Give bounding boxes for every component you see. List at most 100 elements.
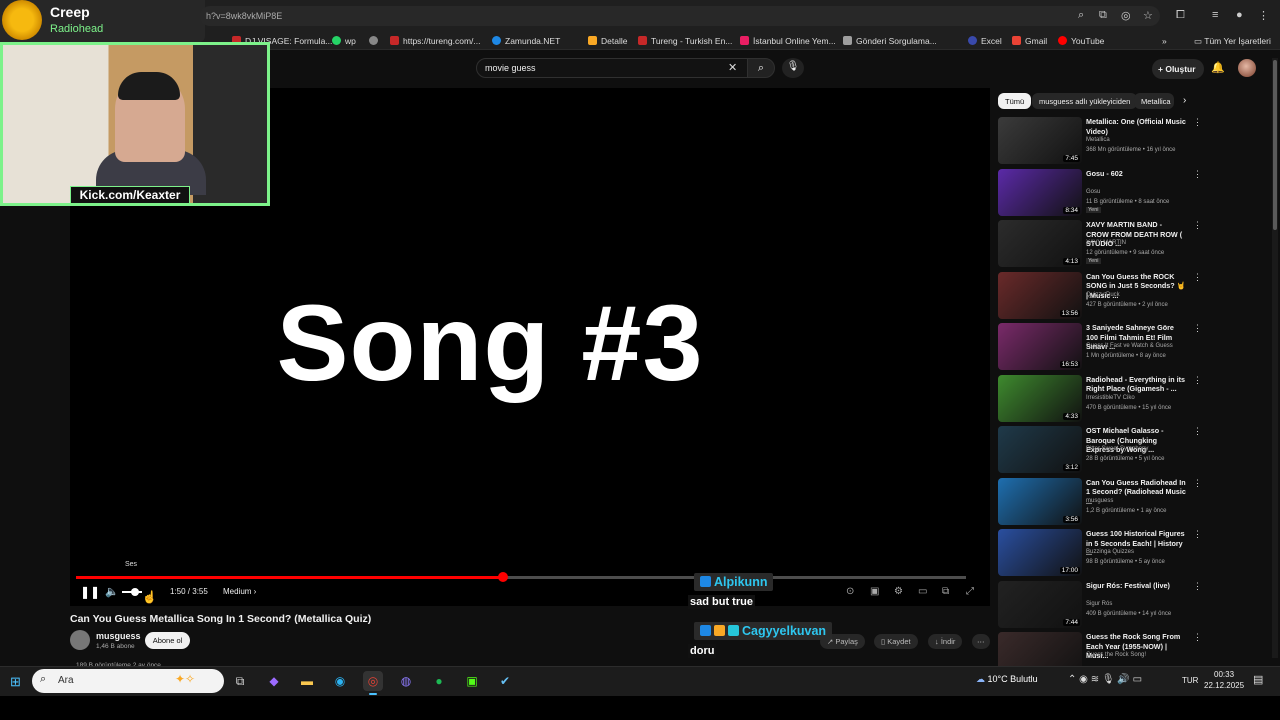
more-options-icon[interactable]: ⋮ bbox=[1193, 169, 1202, 180]
more-options-icon[interactable]: ⋮ bbox=[1193, 426, 1202, 437]
video-thumbnail[interactable]: 7:44 bbox=[998, 580, 1082, 628]
progress-scrubber[interactable] bbox=[498, 572, 508, 582]
more-options-icon[interactable]: ⋮ bbox=[1193, 272, 1202, 283]
tray-app-icon[interactable]: ◉ bbox=[1079, 674, 1091, 685]
input-language[interactable]: TUR bbox=[1182, 676, 1198, 685]
extensions-icon[interactable]: ⧠ bbox=[1176, 9, 1185, 22]
spotify-icon[interactable]: ● bbox=[429, 671, 449, 691]
miniplayer-icon[interactable]: ▭ bbox=[918, 586, 927, 597]
recommendation-channel[interactable]: Gosu bbox=[1086, 189, 1100, 195]
quality-button[interactable]: Medium › bbox=[223, 587, 256, 596]
recommendation-channel[interactable]: musguess bbox=[1086, 498, 1113, 504]
recommendation-item[interactable]: 4:33 Radiohead - Everything in its Right … bbox=[998, 374, 1210, 423]
all-bookmarks[interactable]: ▭ Tüm Yer İşaretleri bbox=[1194, 36, 1271, 47]
copilot-icon[interactable]: ◆ bbox=[264, 671, 284, 691]
subtitles-icon[interactable]: ▣ bbox=[870, 586, 879, 597]
volume-icon[interactable]: 🔈 bbox=[105, 585, 119, 598]
video-thumbnail[interactable] bbox=[998, 632, 1082, 666]
recommendation-item[interactable]: 17:00 Guess 100 Historical Figures in 5 S… bbox=[998, 529, 1210, 577]
channel-name[interactable]: musguess bbox=[96, 631, 141, 641]
more-options-icon[interactable]: ⋮ bbox=[1193, 323, 1202, 334]
chrome-icon[interactable]: ◎ bbox=[363, 671, 383, 695]
pause-icon[interactable]: ❚❚ bbox=[80, 585, 100, 599]
bookmark[interactable]: Excel bbox=[968, 36, 1002, 46]
recommendation-title[interactable]: Gosu - 602 bbox=[1086, 169, 1186, 179]
bookmark[interactable]: wp bbox=[332, 36, 356, 46]
chip-all[interactable]: Tümü bbox=[998, 93, 1032, 109]
recommendation-channel[interactable]: Guess the Rock Song! bbox=[1086, 652, 1146, 658]
recommendation-channel[interactable]: Bitter Sweet Symphony bbox=[1086, 446, 1148, 452]
bookmark[interactable]: Zamunda.NET bbox=[492, 36, 560, 46]
recommendation-item[interactable]: 16:53 3 Saniyede Sahneye Göre 100 Filmi T… bbox=[998, 323, 1210, 371]
more-options-icon[interactable]: ⋮ bbox=[1193, 529, 1202, 540]
video-thumbnail[interactable]: 3:56 bbox=[998, 477, 1082, 525]
kick-icon[interactable]: ▣ bbox=[462, 671, 482, 691]
address-bar[interactable]: h?v=8wk8vkMiP8E bbox=[200, 6, 1160, 26]
chevron-up-icon[interactable]: ⌃ bbox=[1068, 674, 1079, 685]
more-options-icon[interactable]: ⋮ bbox=[1193, 220, 1202, 231]
search-button[interactable]: ⌕ bbox=[747, 58, 775, 78]
chevron-right-icon[interactable]: › bbox=[1183, 95, 1186, 106]
video-thumbnail[interactable]: 13:56 bbox=[998, 271, 1082, 319]
recommendation-channel[interactable]: Guess It Fast ve Watch & Guess bbox=[1086, 343, 1173, 349]
download-button[interactable]: ↓ İndir bbox=[928, 634, 963, 649]
steam-icon[interactable]: ✔ bbox=[495, 671, 515, 691]
account-avatar[interactable] bbox=[1238, 59, 1256, 77]
recommendation-item[interactable]: 7:45 Metallica: One (Official Music Video… bbox=[998, 117, 1210, 165]
wifi-icon[interactable]: ≋ bbox=[1091, 674, 1102, 685]
chip-uploader[interactable]: musguess adlı yükleyiciden bbox=[1032, 93, 1138, 109]
chip-metallica[interactable]: Metallica bbox=[1134, 93, 1174, 109]
subscribe-button[interactable]: Abone ol bbox=[145, 632, 190, 649]
more-options-icon[interactable]: ⋮ bbox=[1193, 581, 1202, 592]
cast-icon[interactable]: ⧉ bbox=[942, 586, 949, 597]
clear-search-icon[interactable]: ✕ bbox=[728, 61, 737, 74]
volume-icon[interactable]: 🔊 bbox=[1117, 674, 1132, 685]
bookmark[interactable] bbox=[369, 36, 382, 46]
bookmark[interactable]: Gönderi Sorgulama... bbox=[843, 36, 937, 46]
star-icon[interactable]: ☆ bbox=[1143, 9, 1153, 22]
volume-slider-knob[interactable] bbox=[131, 588, 139, 596]
video-thumbnail[interactable]: 4:33 bbox=[998, 374, 1082, 422]
recommendation-item[interactable]: 13:56 Can You Guess the ROCK SONG in Just… bbox=[998, 271, 1210, 320]
video-thumbnail[interactable]: 8:34 bbox=[998, 168, 1082, 216]
video-thumbnail[interactable]: 7:45 bbox=[998, 117, 1082, 164]
recommendation-channel[interactable]: Metallica bbox=[1086, 137, 1110, 143]
recommendation-channel[interactable]: XAVY MARTIN bbox=[1086, 240, 1126, 246]
recommendation-item[interactable]: 4:13 XAVY MARTIN BAND - CROW FROM DEATH R… bbox=[998, 220, 1210, 268]
discord-icon[interactable]: ◍ bbox=[396, 671, 416, 691]
battery-icon[interactable]: ▭ bbox=[1133, 674, 1142, 685]
bookmark[interactable]: YouTube bbox=[1058, 36, 1104, 46]
mic-icon[interactable]: 🎙 bbox=[1102, 674, 1117, 685]
recommendation-channel[interactable]: Sigur Rós bbox=[1086, 601, 1112, 607]
more-options-icon[interactable]: ⋮ bbox=[1193, 375, 1202, 386]
windows-start-icon[interactable]: ⊞ bbox=[10, 674, 21, 690]
channel-avatar[interactable] bbox=[70, 630, 90, 650]
system-tray[interactable]: ⌃ ◉ ≋ 🎙 🔊 ▭ bbox=[1068, 674, 1142, 685]
weather-widget[interactable]: ☁ 10°C Bulutlu bbox=[976, 674, 1038, 685]
create-button[interactable]: + Oluştur bbox=[1152, 59, 1204, 79]
video-thumbnail[interactable]: 4:13 bbox=[998, 220, 1082, 267]
recommendation-channel[interactable]: Buzzinga Quizzes bbox=[1086, 549, 1134, 555]
zoom-icon[interactable]: ⌕ bbox=[1078, 9, 1084, 22]
clock[interactable]: 00:33 22.12.2025 bbox=[1204, 669, 1244, 691]
recommendation-item[interactable]: 7:44 Sigur Rós: Festival (live) Sigur Rós 4… bbox=[998, 580, 1210, 629]
recommendation-item[interactable]: 8:34 Gosu - 602 Gosu 11 B görüntüleme • 8 s… bbox=[998, 168, 1210, 217]
fullscreen-icon[interactable]: ⤢ bbox=[966, 586, 974, 597]
recommendation-item[interactable]: Guess the Rock Song From Each Year (1955… bbox=[998, 632, 1210, 666]
scrollbar-thumb[interactable] bbox=[1273, 60, 1277, 230]
bookmark[interactable]: https://tureng.com/... bbox=[390, 36, 480, 46]
recommendation-channel[interactable]: Quizzy Duck bbox=[1086, 292, 1120, 298]
file-explorer-icon[interactable]: ▬ bbox=[297, 671, 317, 691]
more-options-icon[interactable]: ⋮ bbox=[1193, 632, 1202, 643]
more-options-icon[interactable]: ⋮ bbox=[1193, 117, 1202, 128]
video-thumbnail[interactable]: 17:00 bbox=[998, 529, 1082, 576]
autoplay-toggle-icon[interactable]: ⊙ bbox=[846, 586, 854, 597]
task-view-icon[interactable]: ⧉ bbox=[230, 671, 250, 691]
eye-off-icon[interactable]: ◎ bbox=[1121, 9, 1131, 22]
bookmark[interactable]: Gmail bbox=[1012, 36, 1047, 46]
save-button[interactable]: ▯ Kaydet bbox=[874, 634, 918, 649]
settings-gear-icon[interactable]: ⚙ bbox=[894, 586, 903, 597]
notifications-bell-icon[interactable]: 🔔 bbox=[1211, 61, 1225, 74]
more-bookmarks-icon[interactable]: » bbox=[1162, 36, 1167, 46]
media-control-icon[interactable]: ≡ bbox=[1212, 9, 1218, 21]
